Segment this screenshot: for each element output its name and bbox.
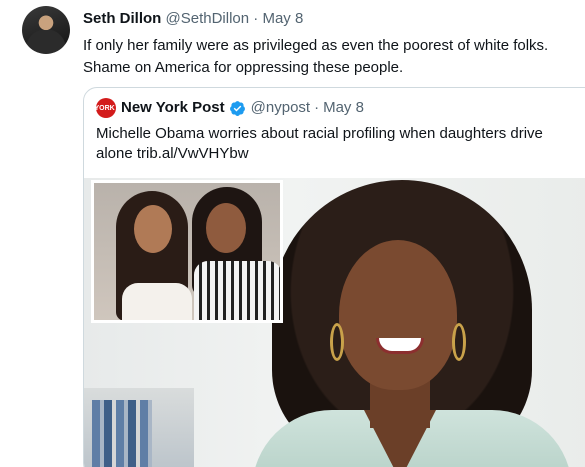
author-handle[interactable]: @SethDillon	[166, 10, 250, 27]
separator-dot: ·	[253, 10, 259, 27]
quoted-tweet[interactable]: NEW YORK POST New York Post @nypost · Ma…	[83, 87, 585, 467]
girl-left-top	[122, 283, 192, 320]
earring-left	[330, 323, 344, 361]
author-name[interactable]: Seth Dillon	[83, 10, 161, 27]
girl-left-face	[134, 205, 172, 253]
quoted-avatar[interactable]: NEW YORK POST	[84, 98, 136, 118]
tweet[interactable]: Seth Dillon @SethDillon · May 8 If only …	[0, 0, 585, 467]
earring-right	[452, 323, 466, 361]
quoted-separator-dot: ·	[314, 99, 320, 116]
quoted-author-handle[interactable]: @nypost	[251, 98, 310, 118]
quoted-author-name[interactable]: New York Post	[121, 98, 225, 118]
tweet-date[interactable]: May 8	[262, 10, 303, 27]
verified-badge-icon	[229, 100, 245, 116]
quoted-tweet-text: Michelle Obama worries about racial prof…	[96, 125, 543, 162]
girl-right-face	[206, 203, 246, 253]
girl-right-striped-top	[194, 261, 280, 320]
quoted-date[interactable]: May 8	[323, 98, 364, 118]
woman-face	[339, 240, 457, 390]
tweet-header: Seth Dillon @SethDillon · May 8	[83, 10, 303, 28]
tweet-text: If only her family were as privileged as…	[83, 37, 549, 76]
avatar[interactable]	[22, 6, 70, 54]
quoted-tweet-image[interactable]	[84, 178, 585, 467]
inset-photo	[91, 180, 283, 323]
quoted-tweet-header: NEW YORK POST New York Post @nypost · Ma…	[84, 98, 368, 118]
background-books	[92, 400, 152, 467]
